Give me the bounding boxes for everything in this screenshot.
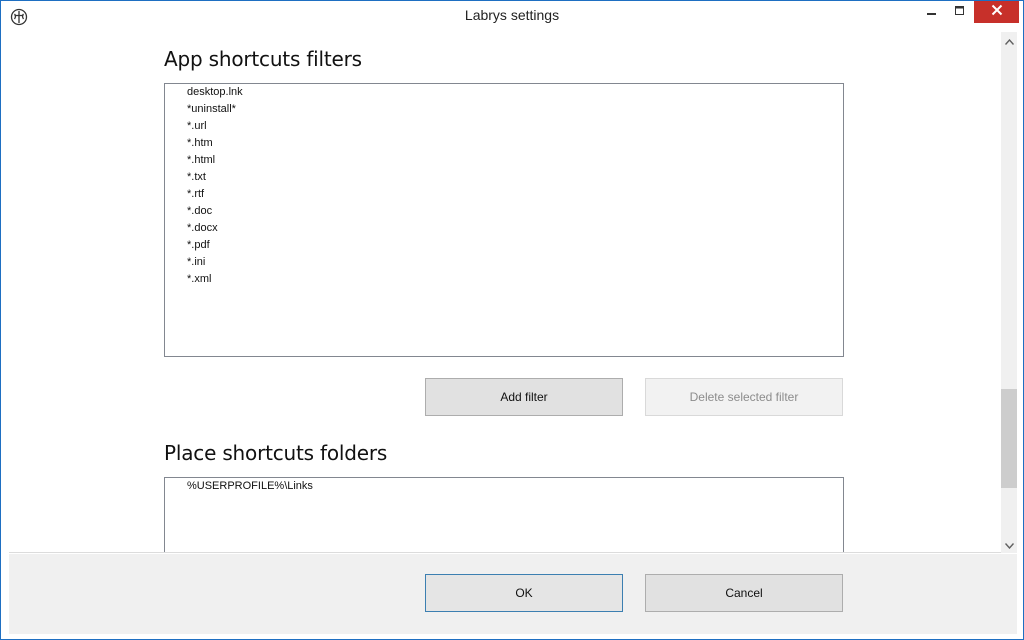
place-folders-list: %USERPROFILE%\Links	[165, 478, 843, 495]
chevron-down-icon	[1004, 536, 1014, 554]
settings-window: Labrys settings App shortcuts filters de…	[0, 0, 1024, 640]
maximize-button[interactable]	[946, 1, 974, 23]
cancel-button[interactable]: Cancel	[645, 574, 843, 612]
list-item[interactable]: *.doc	[165, 203, 843, 220]
scroll-down-button[interactable]	[1001, 536, 1017, 553]
delete-selected-filter-button[interactable]: Delete selected filter	[645, 378, 843, 416]
list-item[interactable]: *.htm	[165, 135, 843, 152]
app-shortcuts-filters-heading: App shortcuts filters	[164, 47, 362, 71]
app-filters-list: desktop.lnk *uninstall* *.url *.htm *.html *.…	[165, 84, 843, 288]
app-filters-listbox[interactable]: desktop.lnk *uninstall* *.url *.htm *.html *.…	[164, 83, 844, 357]
list-item[interactable]: *.rtf	[165, 186, 843, 203]
add-filter-button[interactable]: Add filter	[425, 378, 623, 416]
minimize-button[interactable]	[918, 1, 946, 23]
list-item[interactable]: desktop.lnk	[165, 84, 843, 101]
list-item[interactable]: *.html	[165, 152, 843, 169]
minimize-icon	[927, 3, 937, 21]
ok-button[interactable]: OK	[425, 574, 623, 612]
maximize-icon	[955, 3, 965, 21]
chevron-up-icon	[1004, 32, 1014, 50]
list-item[interactable]: *.ini	[165, 254, 843, 271]
dialog-footer: OK Cancel	[9, 554, 1017, 634]
scroll-up-button[interactable]	[1001, 32, 1017, 49]
vertical-scrollbar[interactable]	[1001, 32, 1017, 553]
list-item[interactable]: *.xml	[165, 271, 843, 288]
list-item[interactable]: %USERPROFILE%\Links	[165, 478, 843, 495]
title-bar[interactable]: Labrys settings	[1, 1, 1023, 32]
close-button[interactable]	[974, 1, 1019, 23]
list-item[interactable]: *uninstall*	[165, 101, 843, 118]
close-icon	[991, 3, 1003, 21]
place-folders-listbox[interactable]: %USERPROFILE%\Links	[164, 477, 844, 552]
list-item[interactable]: *.pdf	[165, 237, 843, 254]
list-item[interactable]: *.txt	[165, 169, 843, 186]
list-item[interactable]: *.url	[165, 118, 843, 135]
scrollbar-thumb[interactable]	[1001, 389, 1017, 488]
settings-content: App shortcuts filters desktop.lnk *uninst…	[9, 32, 1017, 553]
place-shortcuts-folders-heading: Place shortcuts folders	[164, 441, 388, 465]
list-item[interactable]: *.docx	[165, 220, 843, 237]
window-title: Labrys settings	[464, 7, 560, 23]
